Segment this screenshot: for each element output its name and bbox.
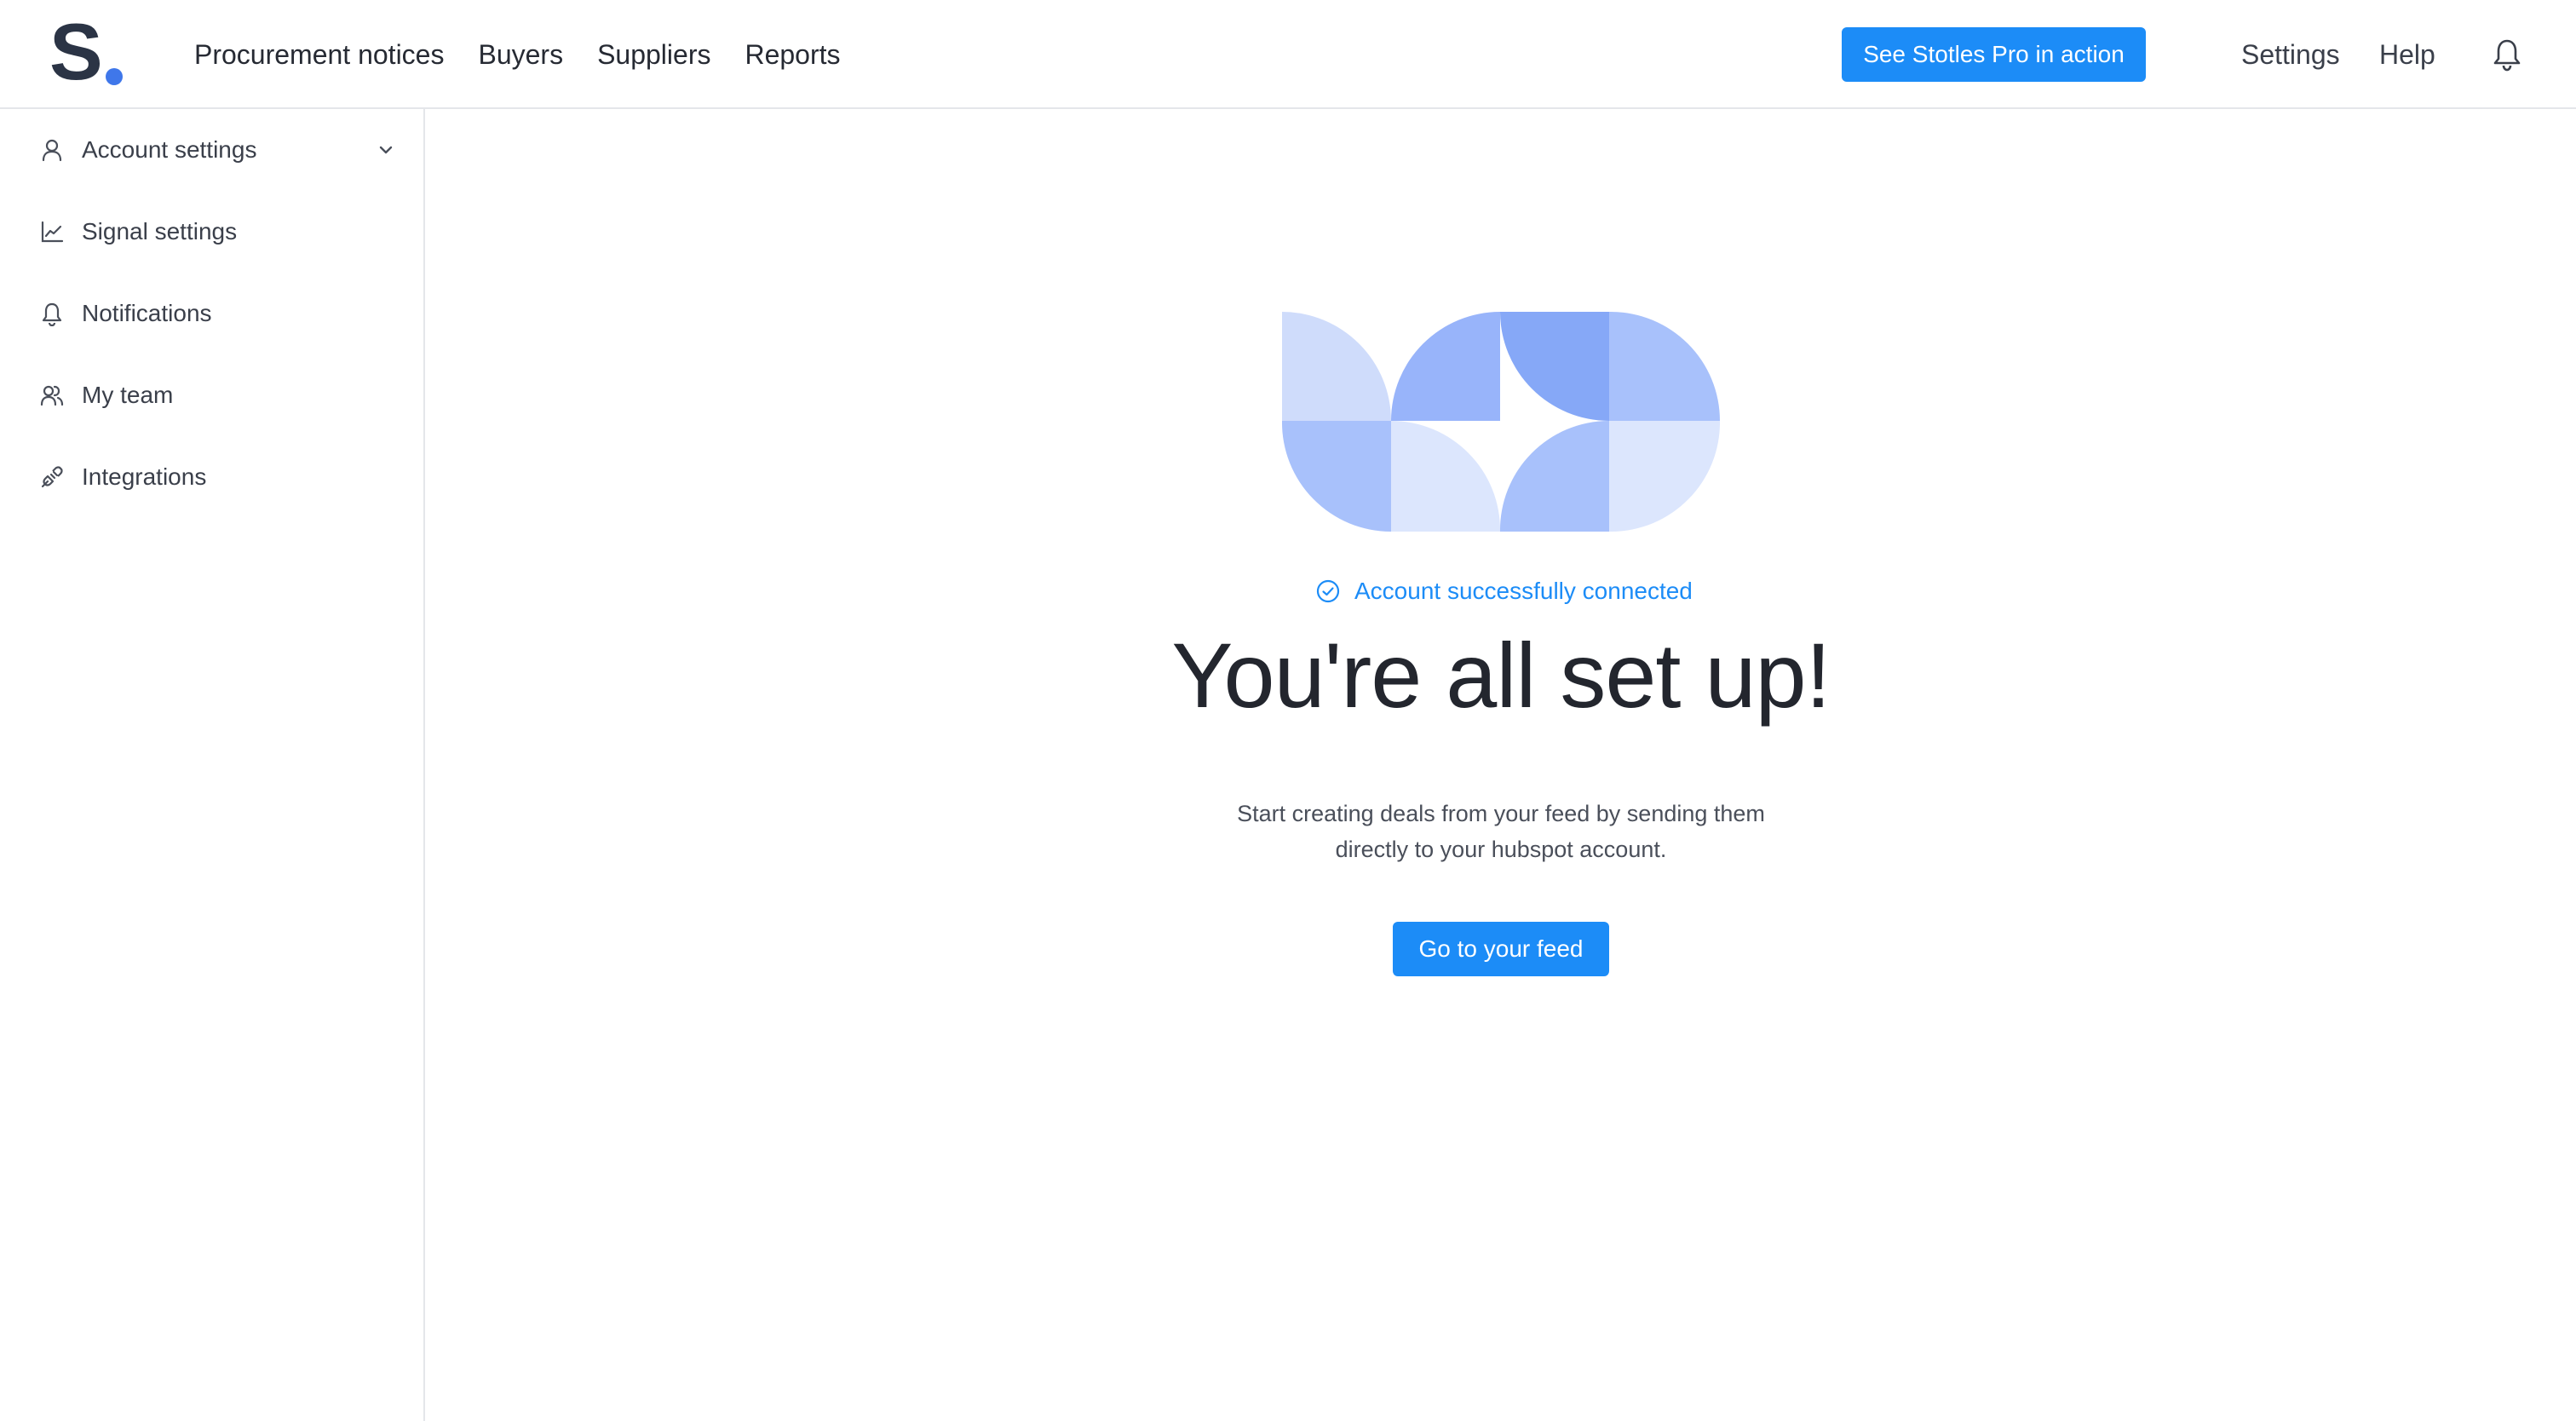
logo-letter: S [49, 7, 103, 96]
connection-status: Account successfully connected [1315, 574, 1693, 608]
sidebar-item-label: Signal settings [82, 218, 238, 245]
sidebar-item-notifications[interactable]: Notifications [0, 273, 423, 354]
sidebar-item-account-settings[interactable]: Account settings [0, 109, 423, 191]
sidebar-item-label: Integrations [82, 463, 207, 490]
page-title: You're all set up! [1171, 624, 1831, 727]
see-stotles-pro-button[interactable]: See Stotles Pro in action [1842, 27, 2146, 82]
bell-icon[interactable] [2493, 37, 2521, 72]
chart-line-icon [41, 221, 64, 243]
plug-icon [41, 466, 63, 488]
stotles-logo[interactable]: S [49, 12, 131, 92]
success-illustration [1282, 312, 1720, 532]
description: Start creating deals from your feed by s… [1160, 796, 1842, 867]
help-link[interactable]: Help [2379, 0, 2435, 109]
main-nav: Procurement notices Buyers Suppliers Rep… [194, 0, 875, 109]
status-text: Account successfully connected [1354, 578, 1693, 604]
sidebar-item-integrations[interactable]: Integrations [0, 436, 423, 518]
nav-buyers[interactable]: Buyers [478, 39, 563, 71]
sidebar-item-label: Account settings [82, 136, 257, 163]
settings-link[interactable]: Settings [2241, 0, 2340, 109]
go-to-feed-button[interactable]: Go to your feed [1393, 922, 1609, 976]
nav-suppliers[interactable]: Suppliers [597, 39, 710, 71]
nav-procurement-notices[interactable]: Procurement notices [194, 39, 444, 71]
chevron-down-icon[interactable] [377, 141, 395, 159]
logo-dot [106, 68, 123, 85]
settings-sidebar: Account settings Signal settings Notific… [0, 109, 425, 1421]
user-icon [42, 139, 62, 162]
top-navigation-bar: S Procurement notices Buyers Suppliers R… [0, 0, 2576, 109]
description-line-1: Start creating deals from your feed by s… [1237, 801, 1765, 826]
check-circle-icon [1316, 579, 1340, 603]
nav-reports[interactable]: Reports [745, 39, 840, 71]
sidebar-item-label: Notifications [82, 300, 212, 326]
sidebar-item-label: My team [82, 382, 174, 408]
team-icon [40, 385, 64, 406]
sidebar-item-my-team[interactable]: My team [0, 354, 423, 436]
description-line-2: directly to your hubspot account. [1335, 837, 1667, 862]
bell-icon [42, 302, 62, 326]
sidebar-item-signal-settings[interactable]: Signal settings [0, 191, 423, 273]
